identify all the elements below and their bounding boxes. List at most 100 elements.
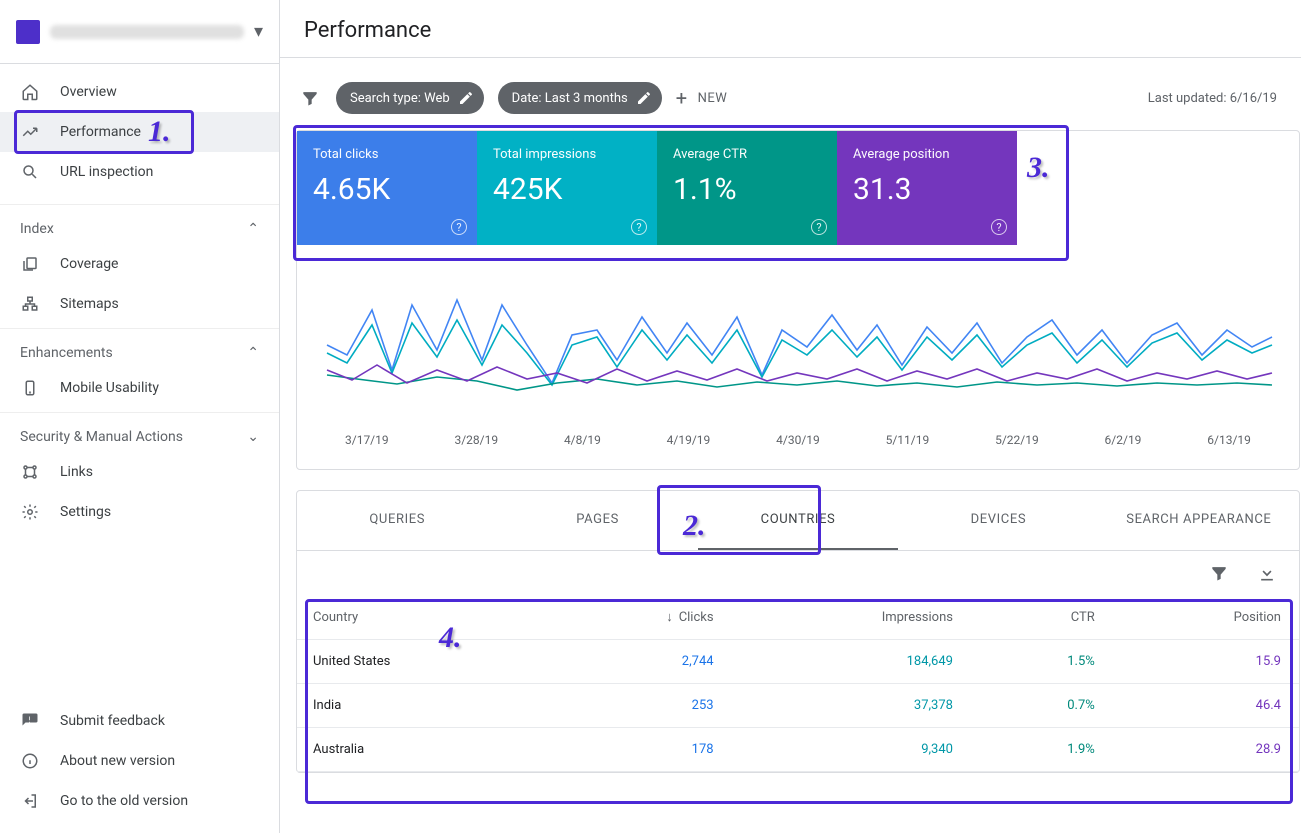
- callout-2: 2.: [683, 509, 706, 543]
- section-title: Enhancements: [20, 345, 113, 361]
- nav-sitemaps[interactable]: Sitemaps: [0, 284, 279, 324]
- section-index[interactable]: Index ⌃: [0, 204, 279, 244]
- x-tick: 5/11/19: [886, 433, 930, 447]
- table-toolbar: [297, 551, 1299, 595]
- main-content: Performance Search type: Web Date: Last …: [280, 0, 1301, 833]
- add-filter-button[interactable]: + NEW: [676, 86, 728, 110]
- cell-position: 15.9: [1113, 640, 1299, 684]
- nav-overview[interactable]: Overview: [0, 72, 279, 112]
- nav-label: Overview: [60, 84, 117, 100]
- cell-ctr: 0.7%: [971, 684, 1113, 728]
- tabs: QUERIESPAGESCOUNTRIESDEVICESSEARCH APPEA…: [297, 491, 1299, 551]
- chevron-down-icon: ▾: [254, 21, 263, 42]
- table-row[interactable]: Australia1789,3401.9%28.9: [297, 728, 1299, 772]
- nav-label: URL inspection: [60, 164, 153, 180]
- gear-icon: [20, 502, 40, 522]
- chip-label: Search type: Web: [350, 91, 450, 106]
- pencil-icon: [458, 90, 474, 106]
- nav-url-inspection[interactable]: URL inspection: [0, 152, 279, 192]
- sort-descending-icon: ↓: [666, 609, 673, 625]
- cell-clicks: 2,744: [546, 640, 732, 684]
- nav-mobile-usability[interactable]: Mobile Usability: [0, 368, 279, 408]
- cell-country: Australia: [297, 728, 546, 772]
- help-icon[interactable]: ?: [631, 219, 647, 235]
- metric-label: Total clicks: [313, 147, 461, 162]
- metric-card-3[interactable]: Average position 31.3?: [837, 131, 1017, 245]
- metric-value: 31.3: [853, 172, 1001, 207]
- help-icon[interactable]: ?: [991, 219, 1007, 235]
- line-chart-svg: [317, 275, 1277, 425]
- section-title: Index: [20, 221, 54, 237]
- copy-icon: [20, 254, 40, 274]
- chip-date[interactable]: Date: Last 3 months: [498, 82, 662, 114]
- col-position[interactable]: Position: [1113, 595, 1299, 640]
- nav-coverage[interactable]: Coverage: [0, 244, 279, 284]
- cell-impressions: 9,340: [732, 728, 971, 772]
- metric-label: Total impressions: [493, 147, 641, 162]
- cell-position: 46.4: [1113, 684, 1299, 728]
- nav-feedback[interactable]: Submit feedback: [0, 701, 279, 741]
- cell-clicks: 253: [546, 684, 732, 728]
- tab-devices[interactable]: DEVICES: [898, 491, 1098, 550]
- section-enhancements[interactable]: Enhancements ⌃: [0, 328, 279, 368]
- col-impressions[interactable]: Impressions: [732, 595, 971, 640]
- nav-old-version[interactable]: Go to the old version: [0, 781, 279, 821]
- metric-label: Average position: [853, 147, 1001, 162]
- cell-ctr: 1.9%: [971, 728, 1113, 772]
- chevron-down-icon: ⌄: [247, 429, 259, 445]
- cell-position: 28.9: [1113, 728, 1299, 772]
- cell-country: India: [297, 684, 546, 728]
- section-title: Security & Manual Actions: [20, 429, 183, 445]
- help-icon[interactable]: ?: [811, 219, 827, 235]
- sitemap-icon: [20, 294, 40, 314]
- x-tick: 6/2/19: [1105, 433, 1142, 447]
- download-icon[interactable]: [1257, 563, 1277, 583]
- filter-bar: Search type: Web Date: Last 3 months + N…: [296, 74, 1301, 130]
- chip-search-type[interactable]: Search type: Web: [336, 82, 484, 114]
- last-updated: Last updated: 6/16/19: [1148, 91, 1285, 106]
- exit-icon: [20, 791, 40, 811]
- filter-icon[interactable]: [1209, 563, 1229, 583]
- site-selector[interactable]: ▾: [0, 0, 279, 64]
- chip-label: Date: Last 3 months: [512, 91, 628, 106]
- col-ctr[interactable]: CTR: [971, 595, 1113, 640]
- filter-icon[interactable]: [298, 88, 322, 108]
- tab-search-appearance[interactable]: SEARCH APPEARANCE: [1099, 491, 1299, 550]
- links-icon: [20, 462, 40, 482]
- nav-performance[interactable]: Performance: [0, 112, 279, 152]
- nav-primary: Overview Performance URL inspection: [0, 64, 279, 200]
- sidebar: ▾ Overview Performance URL inspection In…: [0, 0, 280, 833]
- callout-4: 4.: [439, 621, 462, 655]
- nav-about[interactable]: About new version: [0, 741, 279, 781]
- nav-links[interactable]: Links: [0, 452, 279, 492]
- callout-3: 3.: [1027, 151, 1050, 185]
- section-security[interactable]: Security & Manual Actions ⌄: [0, 412, 279, 452]
- metric-card-2[interactable]: Average CTR1.1%?: [657, 131, 837, 245]
- cell-impressions: 184,649: [732, 640, 971, 684]
- metric-card-0[interactable]: Total clicks4.65K?: [297, 131, 477, 245]
- cell-impressions: 37,378: [732, 684, 971, 728]
- cell-clicks: 178: [546, 728, 732, 772]
- metric-card-1[interactable]: Total impressions425K?: [477, 131, 657, 245]
- help-icon[interactable]: ?: [451, 219, 467, 235]
- search-icon: [20, 162, 40, 182]
- site-name-blurred: [50, 25, 244, 39]
- x-tick: 5/22/19: [995, 433, 1039, 447]
- metric-label: Average CTR: [673, 147, 821, 162]
- pencil-icon: [636, 90, 652, 106]
- tab-queries[interactable]: QUERIES: [297, 491, 497, 550]
- table-row[interactable]: India25337,3780.7%46.4: [297, 684, 1299, 728]
- plus-icon: +: [676, 86, 688, 110]
- tab-pages[interactable]: PAGES: [497, 491, 697, 550]
- nav-settings[interactable]: Settings: [0, 492, 279, 532]
- x-tick: 6/13/19: [1207, 433, 1251, 447]
- tab-countries[interactable]: COUNTRIES: [698, 491, 898, 550]
- performance-chart: 3/17/193/28/194/8/194/19/194/30/195/11/1…: [297, 245, 1299, 457]
- trend-icon: [20, 122, 40, 142]
- nav-label: About new version: [60, 753, 175, 769]
- col-clicks[interactable]: ↓Clicks: [546, 595, 732, 640]
- callout-1: 1.: [148, 115, 171, 149]
- x-tick: 3/28/19: [454, 433, 498, 447]
- nav-label: Sitemaps: [60, 296, 119, 312]
- col-country[interactable]: Country: [297, 595, 546, 640]
